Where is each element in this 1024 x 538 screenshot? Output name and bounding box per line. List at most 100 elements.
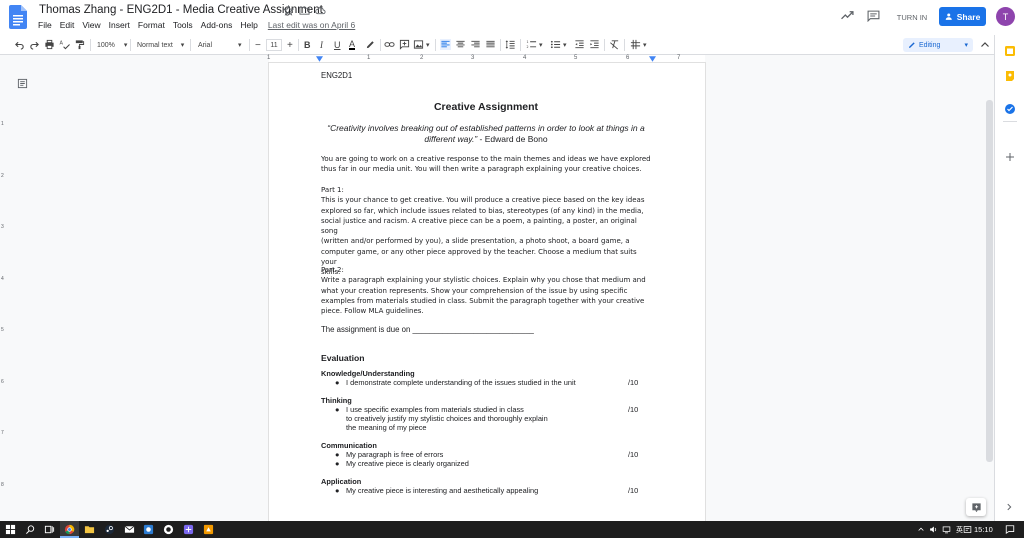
docs-logo-icon[interactable] — [9, 5, 27, 29]
account-avatar[interactable]: T — [996, 7, 1015, 26]
windows-start-icon[interactable] — [5, 524, 16, 535]
left-indent-marker-icon[interactable] — [316, 56, 323, 62]
toolbar-separator — [520, 39, 521, 51]
redo-icon[interactable] — [29, 39, 40, 50]
criterion-text-cont: to creatively justify my stylistic choic… — [346, 414, 548, 423]
align-center-icon[interactable] — [455, 39, 466, 50]
paint-format-icon[interactable] — [74, 39, 85, 50]
numbered-list-icon[interactable]: 12 — [526, 39, 537, 50]
mail-icon[interactable] — [124, 524, 135, 535]
menu-tools[interactable]: Tools — [173, 20, 193, 30]
print-icon[interactable] — [44, 39, 55, 50]
align-left-icon[interactable] — [440, 39, 451, 50]
menu-edit[interactable]: Edit — [60, 20, 75, 30]
explore-button[interactable] — [966, 498, 986, 516]
chevron-down-icon[interactable]: ▾ — [426, 39, 430, 51]
chevron-up-icon[interactable] — [917, 524, 925, 535]
move-folder-icon[interactable] — [299, 5, 310, 16]
insert-image-icon[interactable] — [413, 39, 424, 50]
spellcheck-icon[interactable]: A — [59, 39, 70, 50]
line-spacing-icon[interactable] — [505, 39, 516, 50]
volume-icon[interactable] — [929, 524, 938, 535]
font-size-input[interactable]: 11 — [266, 39, 282, 51]
menu-view[interactable]: View — [82, 20, 100, 30]
browser-icon[interactable] — [163, 524, 174, 535]
chevron-down-icon: ▾ — [238, 42, 242, 49]
menu-format[interactable]: Format — [138, 20, 165, 30]
steam-icon[interactable] — [104, 524, 115, 535]
editing-mode-select[interactable]: Editing ▾ — [903, 38, 973, 52]
task-view-icon[interactable] — [44, 524, 55, 535]
search-icon[interactable] — [25, 524, 36, 535]
criterion-text: My creative piece is clearly organized — [346, 459, 469, 468]
document-outline-icon[interactable] — [17, 78, 28, 89]
last-edit-link[interactable]: Last edit was on April 6 — [268, 20, 355, 30]
toolbar-separator — [298, 39, 299, 51]
input-tools-icon[interactable] — [630, 39, 641, 50]
font-select[interactable]: Arial ▾ — [198, 39, 242, 51]
app-icon[interactable] — [203, 524, 214, 535]
app-icon[interactable] — [143, 524, 154, 535]
chevron-down-icon[interactable]: ▾ — [643, 39, 647, 51]
app-icon[interactable] — [183, 524, 194, 535]
chevron-down-icon[interactable]: ▾ — [563, 39, 567, 51]
network-icon[interactable] — [942, 524, 951, 535]
decrease-font-size-button[interactable]: − — [255, 39, 261, 51]
star-icon[interactable] — [283, 5, 294, 16]
paragraph-style-select[interactable]: Normal text ▾ — [137, 39, 184, 51]
intro-paragraph: You are going to work on a creative resp… — [321, 154, 651, 175]
underline-button[interactable]: U — [334, 39, 341, 51]
bulleted-list-icon[interactable] — [550, 39, 561, 50]
text-color-button[interactable]: A — [349, 39, 356, 50]
menu-file[interactable]: File — [38, 20, 52, 30]
os-taskbar: 英 15:10 — [0, 521, 1024, 538]
input-language[interactable]: 英 — [956, 525, 963, 535]
increase-indent-icon[interactable] — [589, 39, 600, 50]
align-justify-icon[interactable] — [485, 39, 496, 50]
course-code: ENG2D1 — [321, 71, 353, 80]
right-indent-marker-icon[interactable] — [649, 56, 656, 62]
comment-history-icon[interactable] — [867, 10, 880, 22]
criterion-knowledge: Knowledge/Understanding ● I demonstrate c… — [321, 369, 651, 387]
link-icon[interactable] — [384, 39, 395, 50]
italic-button[interactable]: I — [320, 39, 323, 51]
criterion-item: ● My creative piece is clearly organized — [321, 459, 651, 468]
notifications-icon[interactable] — [1005, 524, 1015, 535]
chrome-icon[interactable] — [64, 524, 75, 535]
tasks-icon[interactable] — [1004, 103, 1016, 115]
document-page[interactable]: ENG2D1 Creative Assignment “Creativity i… — [269, 63, 705, 521]
document-title[interactable]: Thomas Zhang - ENG2D1 - Media Creative A… — [39, 4, 323, 16]
ime-icon[interactable] — [963, 524, 972, 535]
menu-help[interactable]: Help — [240, 20, 257, 30]
turn-in-button[interactable]: TURN IN — [892, 8, 932, 26]
cloud-status-icon[interactable] — [315, 5, 326, 16]
align-right-icon[interactable] — [470, 39, 481, 50]
toolbar-separator — [604, 39, 605, 51]
vertical-scrollbar[interactable] — [986, 100, 993, 462]
criterion-text: My creative piece is interesting and aes… — [346, 486, 539, 495]
chevron-right-icon[interactable] — [1004, 501, 1014, 513]
clock-time[interactable]: 15:10 — [974, 525, 993, 534]
clear-formatting-icon[interactable] — [609, 39, 620, 50]
menu-insert[interactable]: Insert — [109, 20, 130, 30]
add-addon-icon[interactable] — [1004, 151, 1016, 163]
add-comment-icon[interactable] — [399, 39, 410, 50]
quote-line: “Creativity involves breaking out of est… — [327, 123, 645, 133]
increase-font-size-button[interactable]: + — [287, 39, 293, 51]
horizontal-ruler[interactable]: 1 1 2 3 4 5 6 7 — [267, 55, 705, 63]
undo-icon[interactable] — [14, 39, 25, 50]
decrease-indent-icon[interactable] — [574, 39, 585, 50]
calendar-icon[interactable] — [1004, 45, 1016, 57]
menu-addons[interactable]: Add-ons — [201, 20, 233, 30]
file-explorer-icon[interactable] — [84, 524, 95, 535]
share-button[interactable]: Share — [939, 7, 986, 26]
criterion-item: ● I use specific examples from materials … — [321, 405, 651, 414]
activity-trend-icon[interactable] — [841, 10, 854, 20]
chevron-up-icon[interactable] — [979, 39, 991, 51]
keep-icon[interactable] — [1004, 70, 1016, 82]
vertical-ruler[interactable]: 1 2 3 4 5 6 7 8 — [0, 63, 8, 521]
highlight-pen-icon[interactable] — [365, 39, 376, 50]
chevron-down-icon[interactable]: ▾ — [539, 39, 543, 51]
bold-button[interactable]: B — [304, 39, 311, 51]
zoom-select[interactable]: 100% ▾ — [97, 39, 127, 51]
